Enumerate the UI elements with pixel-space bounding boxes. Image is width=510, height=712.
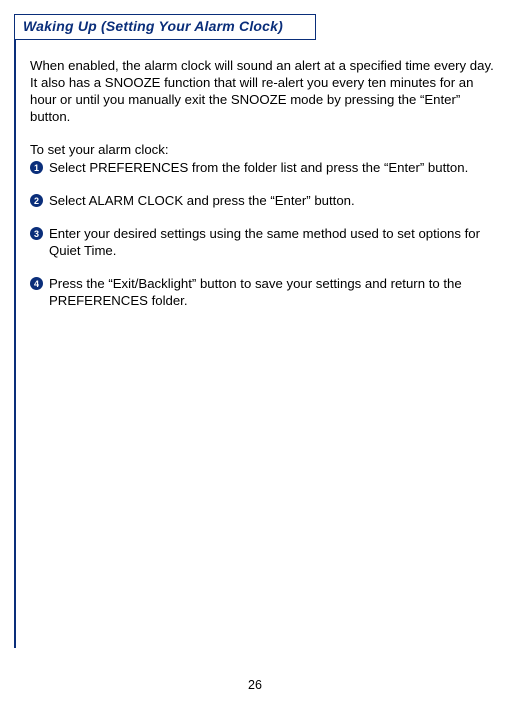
header-wrap: Waking Up (Setting Your Alarm Clock) [14, 14, 510, 40]
step-1-text: Select PREFERENCES from the folder list … [49, 160, 502, 177]
intro-paragraph: When enabled, the alarm clock will sound… [30, 58, 502, 126]
section-header-box: Waking Up (Setting Your Alarm Clock) [14, 14, 316, 40]
step-4: 4 Press the “Exit/Backlight” button to s… [30, 276, 502, 310]
step-1-icon: 1 [30, 161, 43, 174]
step-4-text: Press the “Exit/Backlight” button to sav… [49, 276, 502, 310]
step-1: 1 Select PREFERENCES from the folder lis… [30, 160, 502, 177]
vertical-rule [14, 26, 16, 648]
step-2-text: Select ALARM CLOCK and press the “Enter”… [49, 193, 502, 210]
svg-text:3: 3 [34, 229, 39, 239]
svg-text:4: 4 [34, 279, 39, 289]
lead-in-text: To set your alarm clock: [30, 142, 502, 159]
section-title: Waking Up (Setting Your Alarm Clock) [23, 18, 283, 34]
svg-text:2: 2 [34, 196, 39, 206]
step-4-icon: 4 [30, 277, 43, 290]
step-3: 3 Enter your desired settings using the … [30, 226, 502, 260]
step-3-icon: 3 [30, 227, 43, 240]
step-3-text: Enter your desired settings using the sa… [49, 226, 502, 260]
step-2: 2 Select ALARM CLOCK and press the “Ente… [30, 193, 502, 210]
page-number: 26 [0, 678, 510, 692]
step-2-icon: 2 [30, 194, 43, 207]
content-area: When enabled, the alarm clock will sound… [30, 58, 502, 310]
page: Waking Up (Setting Your Alarm Clock) Whe… [0, 0, 510, 712]
svg-text:1: 1 [34, 163, 39, 173]
